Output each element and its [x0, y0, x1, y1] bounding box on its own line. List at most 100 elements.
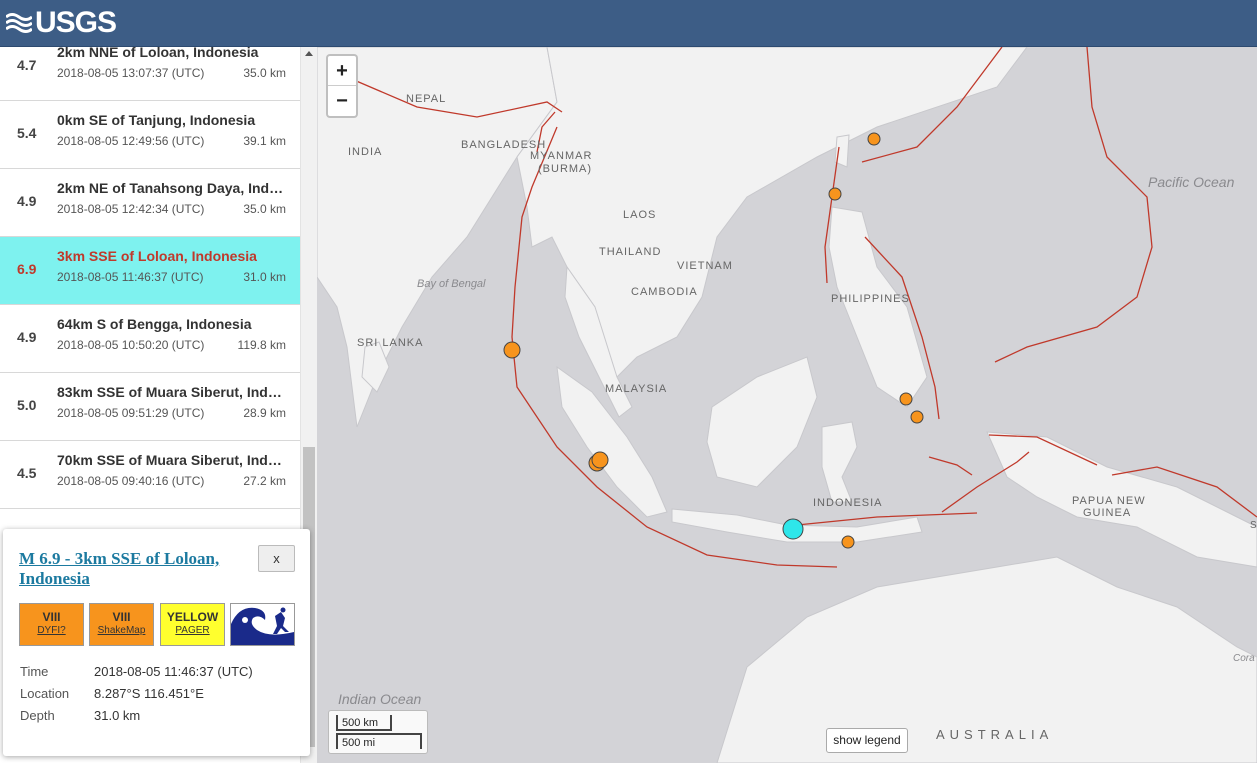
- event-magnitude: 5.0: [17, 397, 37, 413]
- label-indian-ocean: Indian Ocean: [338, 691, 422, 707]
- event-depth: 39.1 km: [243, 134, 286, 148]
- label-pacific-ocean: Pacific Ocean: [1148, 174, 1235, 190]
- location-value: 8.287°S 116.451°E: [94, 686, 204, 701]
- dyfi-label: DYFI?: [37, 625, 66, 636]
- event-row-6[interactable]: 4.5 70km SSE of Muara Siberut, Indonesia…: [0, 441, 300, 509]
- usgs-logo-text: USGS: [35, 6, 117, 39]
- header-bar: USGS: [0, 0, 1257, 47]
- label-malaysia: MALAYSIA: [605, 383, 668, 395]
- zoom-in-button[interactable]: +: [328, 56, 356, 86]
- label-papua: PAPUA NEW: [1072, 495, 1146, 507]
- scale-mi: 500 mi: [336, 733, 422, 749]
- time-value: 2018-08-05 11:46:37 (UTC): [94, 664, 253, 679]
- pager-label: PAGER: [175, 625, 210, 636]
- scale-bar: 500 km 500 mi: [328, 710, 428, 754]
- event-row-1[interactable]: 5.4 0km SE of Tanjung, Indonesia 2018-08…: [0, 101, 300, 169]
- label-myanmar: MYANMAR: [530, 150, 593, 162]
- event-magnitude: 4.7: [17, 57, 37, 73]
- popup-event-title-link[interactable]: M 6.9 - 3km SSE of Loloan, Indonesia: [19, 549, 249, 589]
- event-depth: 28.9 km: [243, 406, 286, 420]
- show-legend-button[interactable]: show legend: [826, 728, 908, 753]
- depth-value: 31.0 km: [94, 708, 141, 723]
- label-philippines: PHILIPPINES: [831, 293, 910, 305]
- event-time: 2018-08-05 09:51:29 (UTC): [57, 406, 205, 420]
- event-magnitude: 4.5: [17, 465, 37, 481]
- label-thailand: THAILAND: [599, 246, 662, 258]
- label-cambodia: CAMBODIA: [631, 286, 698, 298]
- event-popup: M 6.9 - 3km SSE of Loloan, Indonesia x V…: [3, 529, 310, 756]
- depth-label: Depth: [20, 708, 55, 723]
- event-title: 2km NNE of Loloan, Indonesia: [57, 47, 259, 60]
- shakemap-badge[interactable]: VIII ShakeMap: [89, 603, 154, 646]
- event-row-4[interactable]: 4.9 64km S of Bengga, Indonesia 2018-08-…: [0, 305, 300, 373]
- event-title: 0km SE of Tanjung, Indonesia: [57, 112, 256, 128]
- label-edge-s: S: [1250, 520, 1257, 531]
- event-magnitude: 4.9: [17, 329, 37, 345]
- event-depth: 31.0 km: [243, 270, 286, 284]
- shakemap-level: VIII: [112, 610, 131, 624]
- app-window: USGS 4.7 2km NNE of Loloan, Indonesia 20…: [0, 0, 1257, 763]
- dyfi-level: VIII: [42, 610, 61, 624]
- label-burma: (BURMA): [538, 163, 593, 175]
- quake-marker[interactable]: [910, 410, 924, 424]
- label-coral-sea: Cora: [1233, 653, 1255, 664]
- quake-marker-selected[interactable]: [782, 518, 804, 540]
- fault-mariana: [994, 47, 1153, 363]
- event-magnitude: 6.9: [17, 261, 37, 277]
- event-time: 2018-08-05 12:49:56 (UTC): [57, 134, 205, 148]
- pager-level: YELLOW: [166, 610, 219, 624]
- event-time: 2018-08-05 13:07:37 (UTC): [57, 66, 205, 80]
- quake-marker[interactable]: [841, 535, 855, 549]
- tsunami-badge[interactable]: [230, 603, 295, 646]
- land-borneo: [706, 356, 818, 488]
- event-depth: 119.8 km: [237, 338, 286, 352]
- event-time: 2018-08-05 12:42:34 (UTC): [57, 202, 205, 216]
- label-bay-of-bengal: Bay of Bengal: [417, 278, 486, 290]
- scroll-up-arrow-icon[interactable]: [305, 51, 313, 56]
- quake-marker[interactable]: [503, 341, 521, 359]
- event-depth: 35.0 km: [243, 202, 286, 216]
- event-title: 70km SSE of Muara Siberut, Indonesia: [57, 452, 285, 468]
- label-nepal: NEPAL: [406, 93, 447, 105]
- tsunami-icon: [231, 604, 294, 645]
- scale-km: 500 km: [336, 715, 392, 731]
- popup-close-button[interactable]: x: [258, 545, 295, 572]
- dyfi-badge[interactable]: VIII DYFI?: [19, 603, 84, 646]
- quake-marker[interactable]: [828, 187, 842, 201]
- label-guinea: GUINEA: [1083, 507, 1132, 519]
- event-depth: 27.2 km: [243, 474, 286, 488]
- quake-marker[interactable]: [591, 451, 609, 469]
- event-magnitude: 4.9: [17, 193, 37, 209]
- event-row-0[interactable]: 4.7 2km NNE of Loloan, Indonesia 2018-08…: [0, 47, 300, 101]
- label-australia: AUSTRALIA: [936, 727, 1054, 742]
- time-label: Time: [20, 664, 49, 679]
- pager-badge[interactable]: YELLOW PAGER: [160, 603, 225, 646]
- zoom-control: + −: [326, 54, 358, 118]
- zoom-out-button[interactable]: −: [328, 86, 356, 116]
- map-view[interactable]: NEPAL INDIA BANGLADESH MYANMAR (BURMA) L…: [317, 47, 1257, 763]
- label-laos: LAOS: [623, 209, 657, 221]
- quake-marker[interactable]: [867, 132, 881, 146]
- event-time: 2018-08-05 10:50:20 (UTC): [57, 338, 205, 352]
- event-row-3-selected[interactable]: 6.9 3km SSE of Loloan, Indonesia 2018-08…: [0, 237, 300, 305]
- label-sri-lanka: SRI LANKA: [357, 337, 424, 349]
- label-indonesia: INDONESIA: [813, 497, 883, 509]
- label-india: INDIA: [348, 146, 383, 158]
- event-row-2[interactable]: 4.9 2km NE of Tanahsong Daya, Indonesia …: [0, 169, 300, 237]
- event-title: 64km S of Bengga, Indonesia: [57, 316, 252, 332]
- event-row-5[interactable]: 5.0 83km SSE of Muara Siberut, Indonesia…: [0, 373, 300, 441]
- event-time: 2018-08-05 11:46:37 (UTC): [57, 270, 204, 284]
- usgs-logo[interactable]: USGS: [6, 6, 117, 40]
- land-sulawesi: [821, 421, 858, 503]
- map-canvas: [317, 47, 1257, 763]
- event-depth: 35.0 km: [243, 66, 286, 80]
- event-title: 3km SSE of Loloan, Indonesia: [57, 248, 257, 264]
- label-vietnam: VIETNAM: [677, 260, 733, 272]
- fault-sulawesi: [928, 456, 973, 476]
- quake-marker[interactable]: [899, 392, 913, 406]
- shakemap-label: ShakeMap: [97, 625, 146, 636]
- event-title: 2km NE of Tanahsong Daya, Indonesia: [57, 180, 285, 196]
- event-magnitude: 5.4: [17, 125, 37, 141]
- event-time: 2018-08-05 09:40:16 (UTC): [57, 474, 205, 488]
- usgs-wave-icon: [6, 10, 32, 36]
